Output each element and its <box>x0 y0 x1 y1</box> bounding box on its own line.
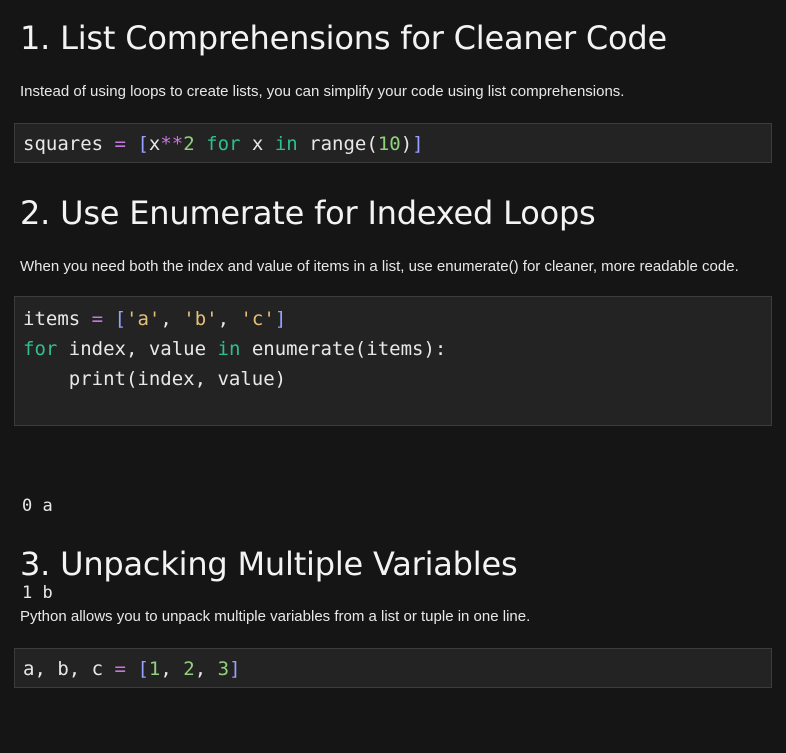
code-line: print(index, value) <box>68 368 287 390</box>
code-line: items = ['a', 'b', 'c'] <box>23 308 287 330</box>
section-1-description: Instead of using loops to create lists, … <box>20 83 625 100</box>
article-page: 1. List Comprehensions for Cleaner Code … <box>0 0 786 702</box>
output-line: 0 a <box>22 496 53 516</box>
code-block-unpacking[interactable]: a, b, c = [1, 2, 3] <box>14 648 772 688</box>
section-1-title: 1. List Comprehensions for Cleaner Code <box>20 19 667 57</box>
section-2-description: When you need both the index and value o… <box>20 258 739 275</box>
code-block-list-comprehension[interactable]: squares = [x**2 for x in range(10)] <box>14 123 772 163</box>
code-block-enumerate[interactable]: items = ['a', 'b', 'c'] for index, value… <box>14 296 772 426</box>
section-3-description: Python allows you to unpack multiple var… <box>20 608 531 625</box>
code-line: for index, value in enumerate(items): <box>23 338 447 360</box>
section-2-title: 2. Use Enumerate for Indexed Loops <box>20 194 596 232</box>
section-3-title: 3. Unpacking Multiple Variables <box>20 545 518 583</box>
code-line: a, b, c = [1, 2, 3] <box>23 658 241 680</box>
code-line: squares = [x**2 for x in range(10)] <box>23 133 424 155</box>
output-line: 1 b <box>22 583 53 603</box>
